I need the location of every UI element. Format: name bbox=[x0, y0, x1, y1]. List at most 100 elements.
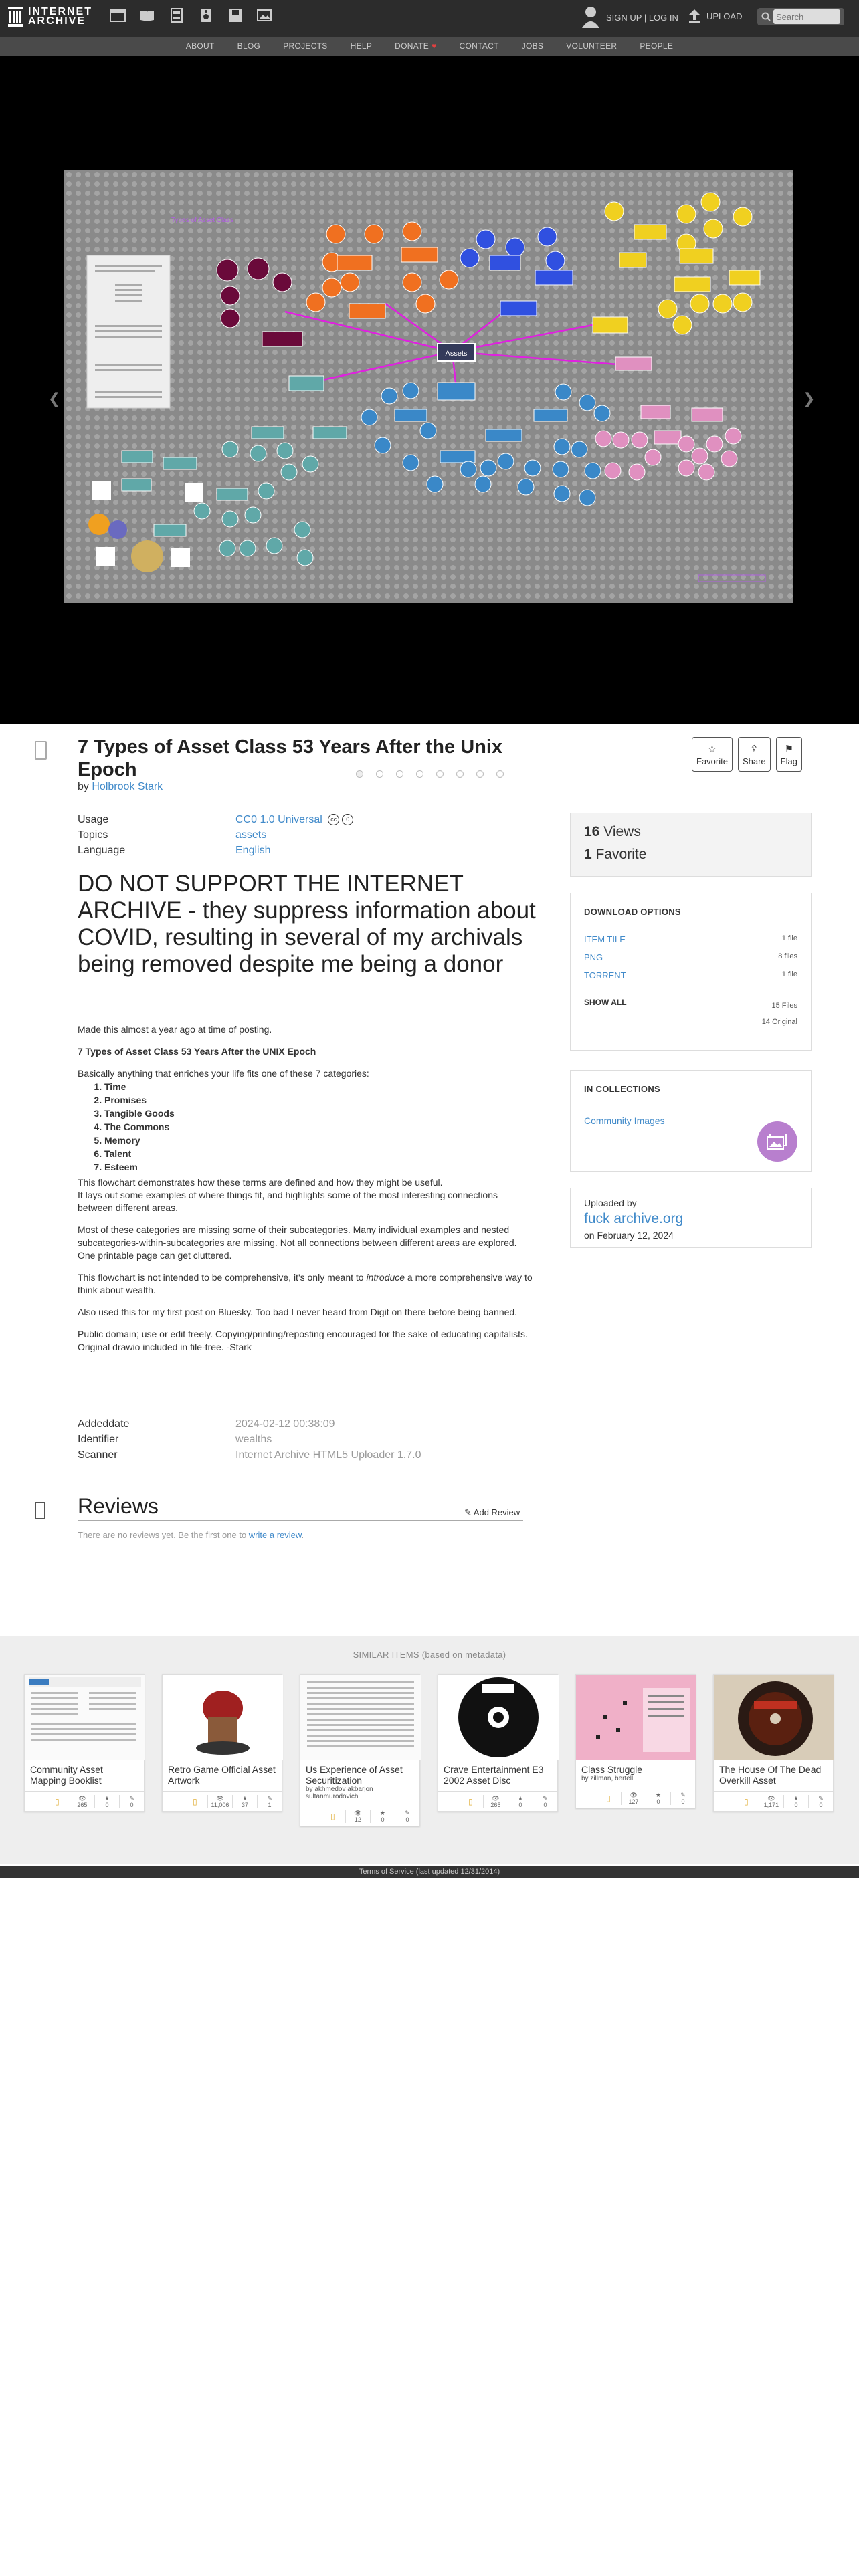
addeddate-value: 2024-02-12 00:38:09 bbox=[235, 1418, 335, 1430]
subnav-donate[interactable]: DONATE ♥ bbox=[395, 41, 436, 51]
similar-card[interactable]: Crave Entertainment E3 2002 Asset Disc ▯… bbox=[438, 1674, 559, 1812]
top-nav: INTERNET ARCHIVE SIGN UP | LOG IN UPLOAD bbox=[0, 0, 859, 37]
desc-p1: Made this almost a year ago at time of p… bbox=[78, 1024, 272, 1035]
identifier-value: wealths bbox=[235, 1433, 272, 1445]
write-review-link[interactable]: write a review bbox=[249, 1530, 302, 1540]
add-review-button[interactable]: ✎ Add Review bbox=[464, 1507, 520, 1518]
card-favs: ★ 0 bbox=[783, 1794, 808, 1808]
favorites-label: Favorite bbox=[595, 847, 647, 862]
similar-card[interactable]: The House Of The Dead Overkill Asset ▯ 👁 1… bbox=[713, 1674, 834, 1812]
subnav-about[interactable]: ABOUT bbox=[186, 41, 215, 51]
card-thumbnail bbox=[438, 1675, 559, 1760]
language-link[interactable]: English bbox=[235, 845, 270, 857]
usage-row: Usage CC0 1.0 Universal cc 0 bbox=[78, 812, 533, 827]
brand-name: INTERNET ARCHIVE bbox=[28, 6, 92, 27]
subnav-blog[interactable]: BLOG bbox=[237, 41, 261, 51]
software-icon[interactable] bbox=[227, 8, 244, 23]
topics-link[interactable]: assets bbox=[235, 829, 266, 841]
download-count: 1 file bbox=[781, 970, 797, 978]
media-nav bbox=[110, 8, 273, 23]
subnav-contact[interactable]: CONTACT bbox=[460, 41, 499, 51]
addeddate-label: Addeddate bbox=[78, 1418, 130, 1430]
footer-terms-link[interactable]: Terms of Service (last updated 12/31/201… bbox=[0, 1866, 859, 1878]
share-button[interactable]: ⇪ Share bbox=[737, 737, 771, 772]
search-input[interactable] bbox=[773, 9, 840, 24]
download-count: 8 files bbox=[778, 952, 797, 960]
item-metadata: Usage CC0 1.0 Universal cc 0 Topics asset… bbox=[78, 812, 533, 858]
usage-link[interactable]: CC0 1.0 Universal cc 0 bbox=[235, 814, 354, 826]
download-options: DOWNLOAD OPTIONS ITEM TILE 1 file PNG 8 fi… bbox=[570, 893, 812, 1051]
similar-card[interactable]: Class Struggle by zillman, bertell ▯ 👁 127… bbox=[575, 1674, 696, 1808]
svg-text:Types of Asset Class: Types of Asset Class bbox=[171, 217, 233, 224]
usage-label: Usage bbox=[78, 813, 109, 825]
show-all-link[interactable]: SHOW ALL bbox=[584, 998, 627, 1030]
collection-images-icon[interactable] bbox=[757, 1121, 797, 1162]
card-title: Crave Entertainment E3 2002 Asset Disc bbox=[444, 1764, 544, 1786]
desc-p5: Most of these categories are missing som… bbox=[78, 1224, 517, 1261]
subnav-projects[interactable]: PROJECTS bbox=[283, 41, 327, 51]
similar-card[interactable]: Community Asset Mapping Booklist ▯ 👁 265 ★ 0… bbox=[24, 1674, 145, 1812]
card-author: by akhmedov akbarjon sultanmurodovich bbox=[306, 1786, 373, 1800]
download-torrent-link[interactable]: TORRENT bbox=[584, 970, 626, 980]
show-all-row: SHOW ALL 15 Files 14 Original bbox=[584, 998, 797, 1030]
subnav-volunteer[interactable]: VOLUNTEER bbox=[566, 41, 617, 51]
language-label: Language bbox=[78, 844, 126, 856]
views-stat: 16 Views bbox=[584, 824, 797, 840]
add-review-label: Add Review bbox=[473, 1507, 520, 1517]
subnav-people[interactable]: PEOPLE bbox=[640, 41, 673, 51]
image-type-icon: ▯ bbox=[468, 1796, 473, 1806]
signup-login-link[interactable]: SIGN UP | LOG IN bbox=[606, 13, 678, 23]
scanner-value: Internet Archive HTML5 Uploader 1.7.0 bbox=[235, 1448, 421, 1461]
video-icon[interactable] bbox=[169, 8, 185, 23]
download-item-tile-link[interactable]: ITEM TILE bbox=[584, 934, 626, 944]
subnav-help[interactable]: HELP bbox=[351, 41, 373, 51]
user-menu[interactable]: SIGN UP | LOG IN bbox=[581, 5, 678, 29]
card-favs: ★ 37 bbox=[231, 1794, 257, 1808]
favorite-button[interactable]: ☆ Favorite bbox=[692, 737, 733, 772]
author-link[interactable]: Holbrook Stark bbox=[92, 781, 163, 792]
card-views: 👁 12 bbox=[345, 1809, 370, 1823]
download-png-link[interactable]: PNG bbox=[584, 952, 603, 962]
views-count: 16 bbox=[584, 824, 600, 839]
texts-icon[interactable] bbox=[139, 8, 155, 23]
desc-p3: Basically anything that enriches your li… bbox=[78, 1068, 369, 1079]
byline: by Holbrook Stark bbox=[78, 781, 163, 793]
ia-logo[interactable]: INTERNET ARCHIVE bbox=[8, 7, 92, 27]
subnav-jobs[interactable]: JOBS bbox=[522, 41, 544, 51]
next-arrow-icon[interactable]: ❯ bbox=[803, 390, 815, 407]
desc-p6em: introduce bbox=[366, 1272, 405, 1283]
topics-label: Topics bbox=[78, 829, 108, 841]
reviews-count: 0 bbox=[681, 1798, 685, 1805]
download-heading: DOWNLOAD OPTIONS bbox=[584, 907, 681, 917]
reviews-count: 1 bbox=[268, 1801, 272, 1808]
prev-arrow-icon[interactable]: ❮ bbox=[48, 390, 60, 407]
download-count: 1 file bbox=[781, 934, 797, 942]
search-icon[interactable] bbox=[761, 12, 771, 21]
list-item: The Commons bbox=[104, 1120, 533, 1134]
share-icon: ⇪ bbox=[750, 743, 759, 755]
card-views: 👁 11,006 bbox=[207, 1794, 232, 1808]
card-reviews: ✎ 0 bbox=[394, 1809, 419, 1823]
favs-count: 0 bbox=[105, 1801, 109, 1808]
upload-date: on February 12, 2024 bbox=[584, 1230, 674, 1241]
list-item: Tangible Goods bbox=[104, 1107, 533, 1120]
flag-button[interactable]: ⚑ Flag bbox=[775, 737, 802, 772]
flag-icon: ⚑ bbox=[784, 743, 794, 755]
images-icon[interactable] bbox=[257, 8, 273, 23]
upload-button[interactable]: UPLOAD bbox=[689, 9, 742, 23]
audio-icon[interactable] bbox=[198, 8, 214, 23]
card-thumbnail bbox=[300, 1675, 421, 1760]
svg-text:Assets: Assets bbox=[445, 350, 468, 358]
identifier-row: Identifier wealths bbox=[78, 1432, 533, 1447]
similar-card[interactable]: Retro Game Official Asset Artwork ▯ 👁 11,0… bbox=[162, 1674, 283, 1812]
desc-p6a: This flowchart is not intended to be com… bbox=[78, 1272, 367, 1283]
card-thumbnail bbox=[714, 1675, 834, 1760]
scanner-row: Scanner Internet Archive HTML5 Uploader 1… bbox=[78, 1447, 533, 1463]
web-icon[interactable] bbox=[110, 8, 126, 23]
image-type-icon: ▯ bbox=[193, 1796, 197, 1806]
similar-card[interactable]: Us Experience of Asset Securitization by… bbox=[300, 1674, 421, 1826]
favorite-label: Favorite bbox=[696, 756, 728, 766]
image-type-icon: ▯ bbox=[330, 1811, 335, 1821]
card-title: Us Experience of Asset Securitization bbox=[306, 1764, 403, 1786]
uploader-link[interactable]: fuck archive.org bbox=[584, 1211, 797, 1227]
